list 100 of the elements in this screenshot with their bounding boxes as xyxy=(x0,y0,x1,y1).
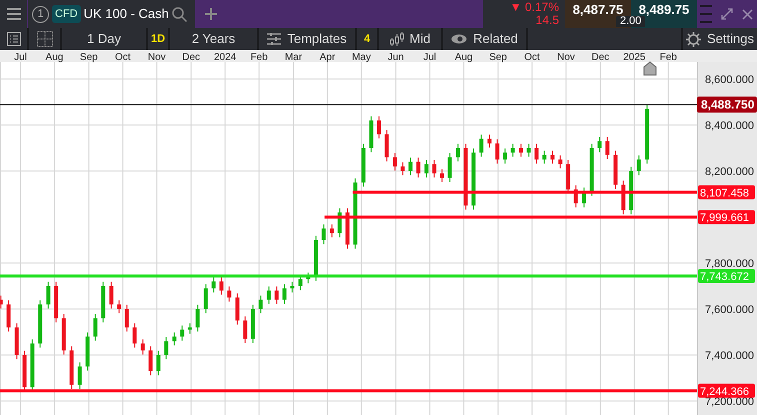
candlestick xyxy=(542,150,546,164)
candlestick xyxy=(132,322,137,348)
axis-label: Aug xyxy=(46,52,64,63)
candlestick xyxy=(282,284,286,304)
expand-icon[interactable] xyxy=(721,8,733,20)
candlestick xyxy=(148,346,153,376)
axis-label: Sep xyxy=(80,52,98,63)
candlestick xyxy=(219,276,224,296)
axis-label: Oct xyxy=(524,52,540,63)
candlestick xyxy=(140,338,145,356)
axis-label: May xyxy=(352,52,371,63)
candlestick xyxy=(645,104,650,164)
candlestick xyxy=(479,134,484,158)
level-label: 7,244.366 xyxy=(698,384,755,398)
candlestick xyxy=(196,304,200,332)
candlestick xyxy=(164,336,168,360)
candlestick xyxy=(0,295,3,310)
candlestick xyxy=(266,286,271,304)
candlestick xyxy=(440,168,444,183)
level-label: 8,107.458 xyxy=(698,185,755,200)
candlestick xyxy=(227,286,232,302)
axis-label: 7,800.000 xyxy=(705,258,754,270)
change-percent: ▼ 0.17% xyxy=(510,1,559,14)
candlestick xyxy=(274,286,279,304)
level-line[interactable] xyxy=(324,216,697,219)
candlestick xyxy=(250,304,255,344)
axis-label: 8,600.000 xyxy=(705,74,754,86)
axis-label: Oct xyxy=(115,52,131,63)
candlestick xyxy=(590,143,594,196)
candlestick xyxy=(384,130,389,162)
axis-label: 7,400.000 xyxy=(705,350,754,362)
candlestick xyxy=(495,138,500,164)
candlestick xyxy=(400,162,405,176)
spread-badge: 2.00 xyxy=(616,16,646,27)
candlestick xyxy=(109,281,114,310)
candlestick xyxy=(574,184,578,208)
axis-label: Apr xyxy=(320,52,336,63)
candlestick xyxy=(70,346,74,390)
candlestick xyxy=(62,314,66,356)
candlestick xyxy=(353,178,358,250)
axis-label: Jun xyxy=(388,52,404,63)
candlestick xyxy=(180,325,184,342)
candlestick xyxy=(78,362,82,390)
candlestick xyxy=(550,150,555,164)
axis-label: 7,600.000 xyxy=(705,304,754,316)
candlestick xyxy=(408,157,412,176)
candlestick xyxy=(416,157,420,178)
change-points: 14.5 xyxy=(536,14,559,27)
ref-line-label: 7,743.672 xyxy=(700,270,749,283)
candlestick xyxy=(464,143,468,210)
candlestick-icon xyxy=(390,32,404,46)
instrument-name: UK 100 - Cash xyxy=(84,5,169,24)
axis-label: Sep xyxy=(489,52,507,63)
ref-line-label: 7,244.366 xyxy=(700,386,749,398)
axis-label: Nov xyxy=(557,52,575,63)
candlestick xyxy=(526,143,531,158)
candlestick xyxy=(338,208,342,238)
sliders-icon xyxy=(267,33,282,45)
axis-label: 2025 xyxy=(623,52,646,63)
menu-button[interactable] xyxy=(0,0,27,28)
candlestick xyxy=(636,154,641,176)
drag-handle-icon[interactable] xyxy=(700,5,712,23)
candlestick xyxy=(93,314,98,342)
axis-label: Feb xyxy=(660,52,677,63)
candlestick xyxy=(306,272,310,284)
candlestick xyxy=(432,159,436,178)
instrument-tab[interactable]: 1 CFD UK 100 - Cash xyxy=(28,0,195,28)
candlestick xyxy=(392,152,397,172)
candlestick xyxy=(472,148,476,210)
candlestick xyxy=(330,224,334,238)
close-icon[interactable] xyxy=(742,8,753,20)
add-tab-icon[interactable] xyxy=(205,8,217,20)
candlestick xyxy=(510,143,515,158)
candlestick xyxy=(519,143,523,158)
candlestick xyxy=(30,338,34,392)
settings-button[interactable]: Settings xyxy=(681,28,757,50)
list-icon xyxy=(6,32,20,46)
level-label: 7,743.672 xyxy=(698,268,755,283)
interval-label: 1D xyxy=(150,32,166,47)
axis-label: Nov xyxy=(148,52,166,63)
search-icon[interactable] xyxy=(172,6,187,22)
candlestick xyxy=(629,166,634,215)
settings-icon xyxy=(686,32,701,46)
axis-label: 8,200.000 xyxy=(705,166,754,178)
candlestick xyxy=(503,148,508,164)
candlestick xyxy=(46,281,50,310)
candlestick xyxy=(243,316,248,344)
candlestick xyxy=(290,281,294,293)
ref-line-label: 7,999.661 xyxy=(700,212,749,224)
candlestick xyxy=(605,136,610,160)
scroll-to-latest-icon[interactable] xyxy=(644,61,656,76)
axis-label: Feb xyxy=(250,52,268,63)
axis-label: Dec xyxy=(592,52,610,63)
candlestick xyxy=(172,332,176,346)
candlestick xyxy=(345,208,350,250)
candlestick xyxy=(54,281,58,323)
candlestick xyxy=(156,350,160,376)
candlestick xyxy=(86,332,90,372)
axis-label: Jul xyxy=(423,52,436,63)
candlestick xyxy=(22,350,27,392)
